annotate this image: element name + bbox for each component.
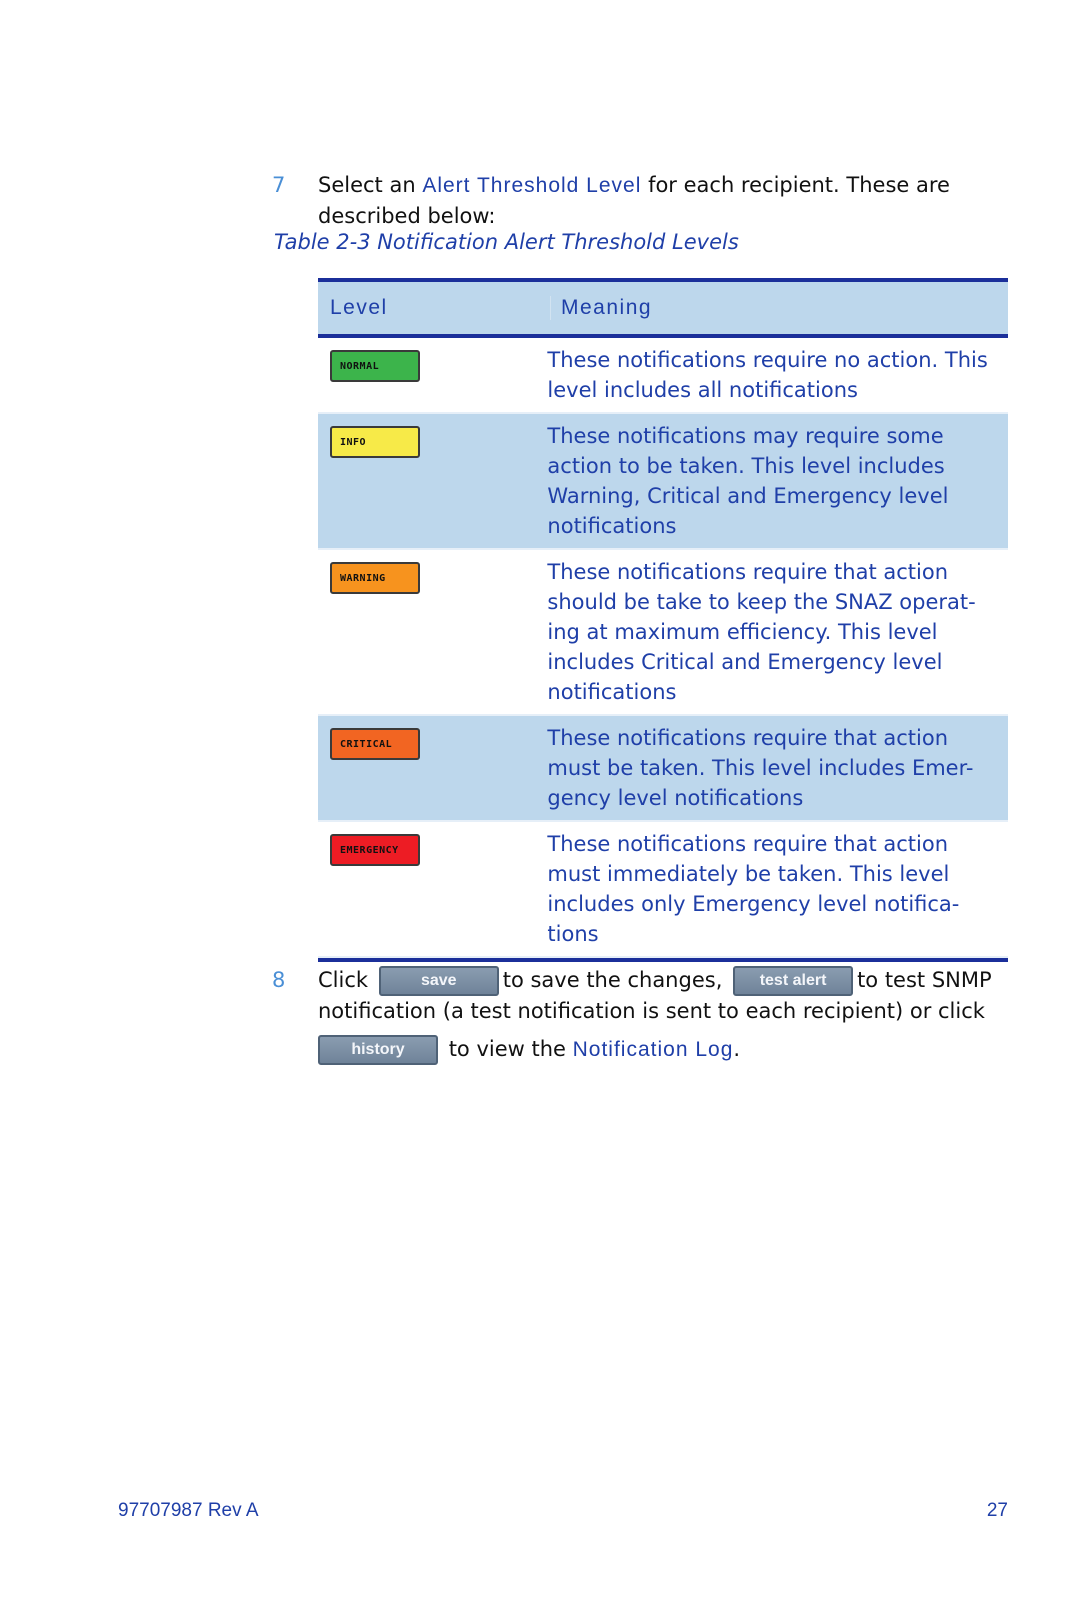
meaning-cell: These notifications require no action. T… — [547, 348, 988, 402]
level-cell: EMERGENCY — [318, 822, 547, 956]
table-row: INFO These notifications may require some… — [318, 414, 1008, 550]
table-caption: Table 2-3 Notification Alert Threshold L… — [274, 230, 739, 254]
level-badge-emergency: EMERGENCY — [330, 834, 420, 866]
alert-threshold-level-term: Alert Threshold Level — [422, 174, 642, 197]
step-number: 7 — [272, 173, 286, 197]
table-row: EMERGENCY These notifications require tha… — [318, 822, 1008, 958]
table-row: WARNING These notifications require that … — [318, 550, 1008, 716]
history-button[interactable]: history — [318, 1035, 438, 1065]
meaning-cell: These notifications require that action … — [547, 560, 976, 704]
step-7-text: Select an Alert Threshold Level for each… — [318, 173, 950, 228]
table-row: CRITICAL These notifications require that… — [318, 716, 1008, 822]
level-badge-critical: CRITICAL — [330, 728, 420, 760]
meaning-cell: These notifications may require some act… — [547, 424, 949, 538]
table-bottom-rule — [318, 958, 1008, 962]
level-cell: INFO — [318, 414, 547, 548]
threshold-table: Level Meaning NORMAL These notifications … — [318, 278, 1008, 962]
save-button[interactable]: save — [378, 966, 499, 996]
level-badge-info: INFO — [330, 426, 420, 458]
level-cell: NORMAL — [318, 338, 547, 412]
step-8-text: Click save to save the changes, test aler… — [318, 965, 1008, 1065]
header-meaning: Meaning — [550, 296, 652, 320]
step-number: 8 — [272, 968, 286, 992]
footer-doc-id: 97707987 Rev A — [118, 1500, 259, 1521]
meaning-cell: These notifications require that action … — [547, 832, 960, 946]
level-badge-normal: NORMAL — [330, 350, 420, 382]
test-alert-button[interactable]: test alert — [733, 966, 854, 996]
level-cell: WARNING — [318, 550, 547, 714]
notification-log-term: Notification Log — [572, 1038, 734, 1061]
table-header: Level Meaning — [318, 278, 1008, 338]
level-cell: CRITICAL — [318, 716, 547, 820]
table-row: NORMAL These notifications require no act… — [318, 338, 1008, 414]
footer-page-number: 27 — [986, 1500, 1008, 1521]
header-level: Level — [330, 296, 388, 319]
level-badge-warning: WARNING — [330, 562, 420, 594]
meaning-cell: These notifications require that action … — [547, 726, 974, 810]
